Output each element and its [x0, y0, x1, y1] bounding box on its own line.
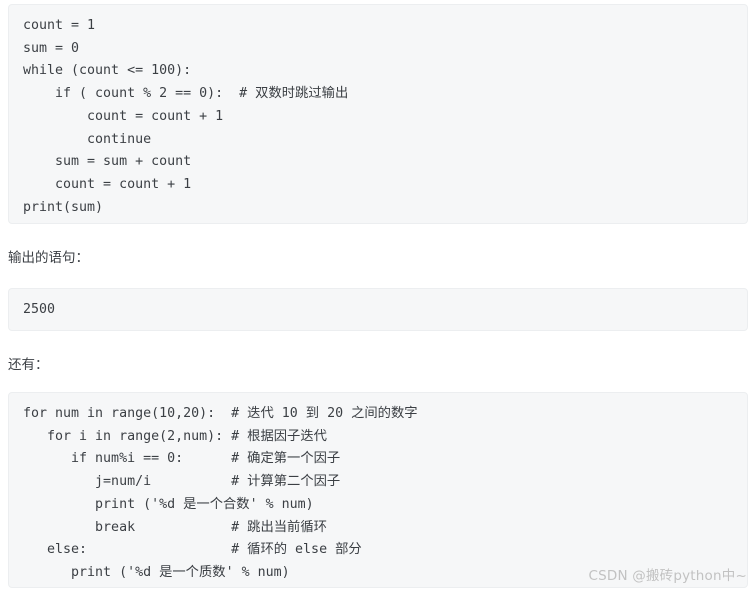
label-output-statement: 输出的语句： — [8, 250, 89, 266]
code-content-output-result: 2500 — [23, 302, 56, 317]
csdn-watermark: CSDN @搬砖python中~ — [588, 568, 747, 584]
code-content-while-loop: count = 1 sum = 0 while (count <= 100): … — [23, 18, 349, 215]
code-block-output-result: 2500 — [8, 288, 748, 331]
page-root: count = 1 sum = 0 while (count <= 100): … — [0, 0, 755, 596]
code-block-while-loop: count = 1 sum = 0 while (count <= 100): … — [8, 4, 748, 224]
label-more: 还有： — [8, 357, 49, 373]
code-block-for-loop: for num in range(10,20): # 迭代 10 到 20 之间… — [8, 392, 748, 588]
code-content-for-loop: for num in range(10,20): # 迭代 10 到 20 之间… — [23, 406, 418, 580]
